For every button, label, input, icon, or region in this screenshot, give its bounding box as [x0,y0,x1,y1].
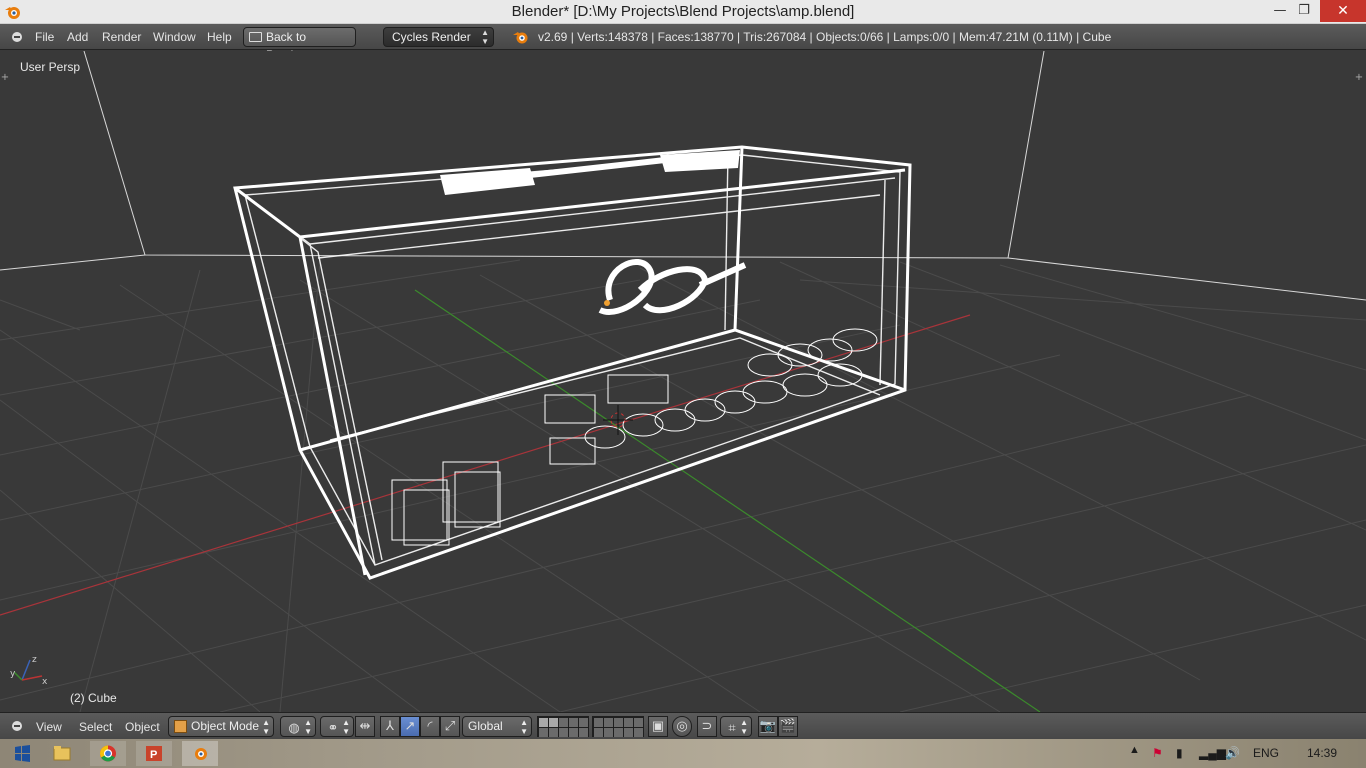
svg-text:y: y [10,669,16,679]
axis-arrow-icon: ⅄ [386,718,394,733]
snap-element-select[interactable]: ⌗ ▲ ▼ [720,716,752,737]
object-mode-icon [174,720,187,733]
windows-logo-icon [15,745,30,762]
clapperboard-icon: 🎬 [779,718,797,733]
menu-add[interactable]: Add [67,30,88,44]
viewport-canvas[interactable]: z x y [0,51,1366,712]
select-arrows-icon: ▲ ▼ [481,28,489,46]
amp-cabinet-wireframe [233,145,912,580]
menu-select[interactable]: Select [79,720,112,734]
camera-icon: 📷 [759,718,777,733]
properties-toggle-icon[interactable]: + [1354,73,1364,83]
interaction-mode-select[interactable]: Object Mode ▲ ▼ [168,716,274,737]
taskbar-powerpoint[interactable]: P [136,741,172,766]
3d-viewport[interactable]: z x y User Persp (2) Cube + + [0,51,1366,712]
3d-cursor [603,405,633,435]
active-object-label: (2) Cube [70,691,117,705]
network-signal-icon[interactable]: ▂▄▆ [1199,746,1226,760]
move-arrow-icon: ↗ [404,718,416,733]
blender-logo-icon [195,748,207,760]
scene-statistics: v2.69 | Verts:148378 | Faces:138770 | Tr… [538,30,1112,44]
blender-logo-icon [513,32,528,44]
view3d-header: View Select Object Object Mode ▲ ▼ ◍ ▲ ▼ ⚭… [0,712,1366,739]
tool-shelf-toggle-icon[interactable]: + [0,73,10,83]
svg-text:x: x [42,677,48,687]
manipulator-toggle[interactable]: ⇹ [355,716,375,737]
scale-icon: ⤢ [444,718,456,733]
select-arrows-icon: ▲ ▼ [342,718,350,736]
powerpoint-icon: P [146,746,162,761]
taskbar-blender[interactable] [182,741,218,766]
layer-lock-icon: ▣ [651,718,665,733]
grid-floor [0,259,1366,712]
window-titlebar: Blender* [D:\My Projects\Blend Projects\… [0,0,1366,24]
editor-type-icon[interactable] [12,32,22,42]
rotate-arc-icon: ◜ [427,718,433,733]
power-icon[interactable]: ▮ [1176,746,1183,760]
taskbar-chrome[interactable] [90,741,126,766]
pivot-point-select[interactable]: ⚭ ▲ ▼ [320,716,354,737]
menu-render[interactable]: Render [102,30,141,44]
clock-time[interactable]: 14:39 [1307,746,1337,760]
rotate-mode-button[interactable]: ◜ [420,716,440,737]
chrome-icon [100,745,116,762]
view-frame-lines [0,51,1366,301]
window-title: Blender* [D:\My Projects\Blend Projects\… [511,3,855,20]
menu-window[interactable]: Window [153,30,196,44]
render-engine-value: Cycles Render [392,30,471,44]
close-button[interactable]: ✕ [1320,0,1366,22]
folder-icon [53,746,71,761]
svg-text:z: z [32,655,37,665]
viewport-shading-select[interactable]: ◍ ▲ ▼ [280,716,316,737]
restore-button[interactable]: ❐ [1290,0,1318,22]
taskbar-file-explorer[interactable] [44,741,80,766]
screen-back-icon [249,32,262,42]
scene-layers-group-1[interactable] [537,716,589,737]
menu-help[interactable]: Help [207,30,232,44]
lock-camera-layers-button[interactable]: ▣ [648,716,668,737]
scene-layers-group-2[interactable] [592,716,644,737]
y-axis-line [414,289,1041,712]
select-arrows-icon: ▲ ▼ [304,718,312,736]
view-perspective-label: User Persp [20,60,81,74]
show-hidden-icons-icon[interactable]: ▲ [1129,744,1140,756]
svg-text:P: P [150,749,157,761]
menu-file[interactable]: File [35,30,54,44]
proportional-circle-icon: ◎ [676,718,688,733]
editor-type-icon[interactable] [12,721,22,731]
windows-taskbar: P ▲ ⚑ ▮ ▂▄▆ 🔊 ENG 14:39 [0,739,1366,768]
select-arrows-icon: ▲ ▼ [520,718,528,736]
windows-start-button[interactable] [4,741,40,766]
manipulator-icon: ⇹ [359,718,371,733]
input-language-indicator[interactable]: ENG [1253,746,1279,760]
transform-orientation-select[interactable]: Global ▲ ▼ [462,716,532,737]
opengl-render-animation-button[interactable]: 🎬 [778,716,798,737]
translate-manipulator-button[interactable]: ⅄ [380,716,400,737]
menu-object[interactable]: Object [125,720,160,734]
object-origin [604,300,610,306]
render-engine-select[interactable]: Cycles Render ▲ ▼ [383,27,494,47]
interaction-mode-value: Object Mode [191,719,260,733]
info-header: File Add Render Window Help Back to Prev… [0,24,1366,62]
back-to-previous-button[interactable]: Back to Previous [243,27,356,62]
menu-view[interactable]: View [36,720,62,734]
select-arrows-icon: ▲ ▼ [740,718,748,736]
action-center-flag-icon[interactable]: ⚑ [1152,746,1163,760]
transform-orientation-value: Global [468,719,503,733]
opengl-render-image-button[interactable]: 📷 [758,716,778,737]
orientation-gizmo: z x y [10,655,48,687]
proportional-editing-button[interactable]: ◎ [672,716,692,737]
select-arrows-icon: ▲ ▼ [262,718,270,736]
volume-icon[interactable]: 🔊 [1225,746,1240,760]
scale-mode-button[interactable]: ⤢ [440,716,460,737]
translate-mode-button[interactable]: ↗ [400,716,420,737]
